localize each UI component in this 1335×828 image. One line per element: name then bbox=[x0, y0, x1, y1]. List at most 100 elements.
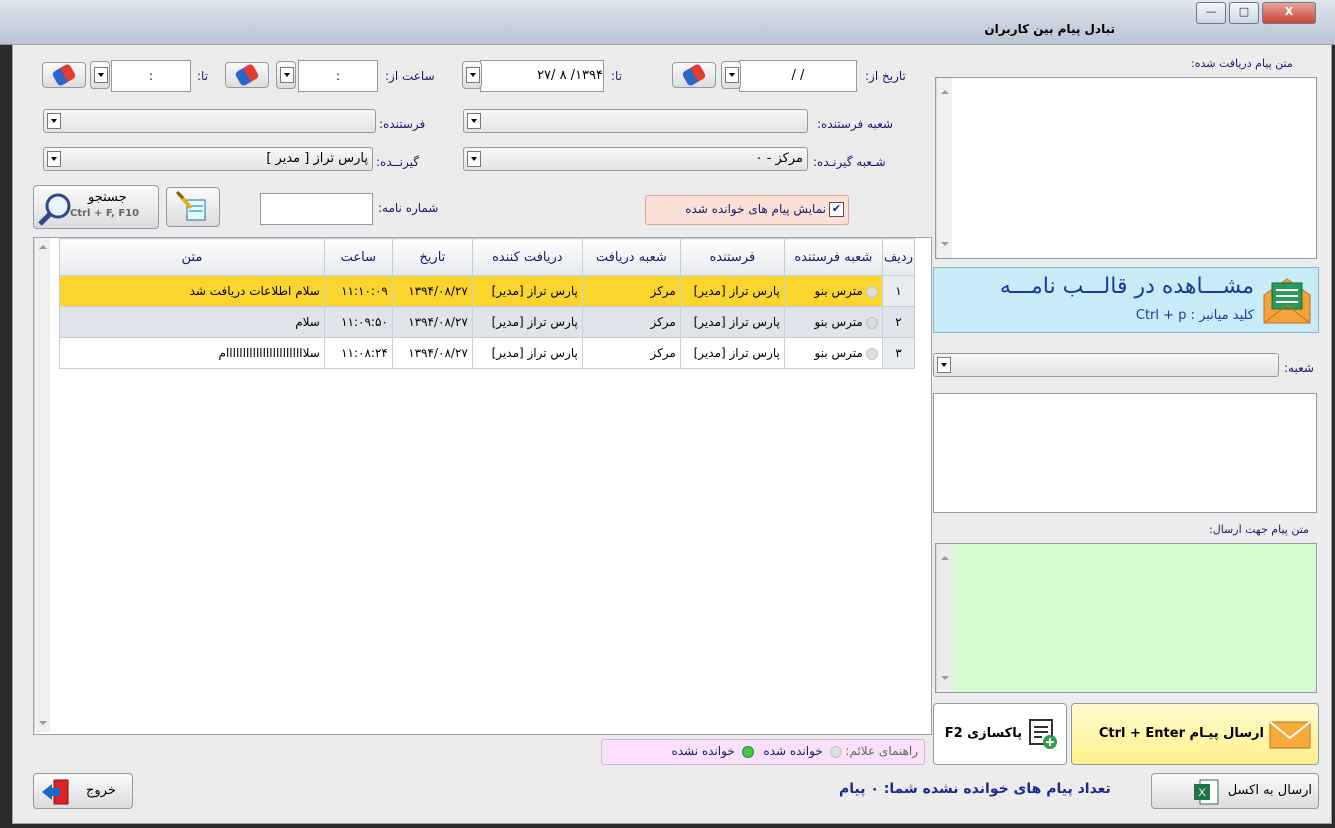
window-title: تبادل پیام بین کاربران bbox=[984, 22, 1115, 36]
client-area: تاریخ از: / / تا: ۱۳۹۴/ ۸ /۲۷ ساعت از: :… bbox=[12, 44, 1332, 824]
date-from-input[interactable]: / / bbox=[739, 60, 857, 92]
branch-label: شعبه: bbox=[1284, 361, 1314, 375]
cell-date: ۱۳۹۴/۰۸/۲۷ bbox=[391, 306, 473, 338]
table-row[interactable]: ۱ مترس بنو پارس تراز [مدیر] مرکز پارس تر… bbox=[59, 275, 916, 307]
sender-select[interactable] bbox=[43, 109, 376, 133]
date-to-dropdown[interactable] bbox=[462, 61, 482, 89]
read-status-icon bbox=[865, 285, 878, 298]
window: تبادل پیام بین کاربران — □ X تاریخ از: /… bbox=[0, 0, 1335, 828]
time-to-input[interactable]: : bbox=[111, 60, 191, 92]
send-text-label: متن پیام جهت ارسال: bbox=[1209, 523, 1309, 536]
excel-icon: X bbox=[1194, 779, 1219, 805]
cell-text: سلام bbox=[59, 306, 325, 338]
letter-no-input[interactable] bbox=[260, 193, 373, 225]
time-from-input[interactable]: : bbox=[298, 60, 378, 92]
cell-time: ۱۱:۱۰:۰۹ bbox=[323, 275, 393, 307]
svg-text:X: X bbox=[1198, 787, 1206, 799]
show-read-checkbox[interactable]: ✔ bbox=[829, 202, 844, 217]
date-to-label: تا: bbox=[611, 69, 623, 83]
table-row[interactable]: ۲ مترس بنو پارس تراز [مدیر] مرکز پارس تر… bbox=[59, 306, 916, 338]
read-status-icon bbox=[865, 316, 878, 329]
send-text-area[interactable] bbox=[935, 543, 1317, 693]
cell-text: سلاااااااااااااااااااااااام bbox=[59, 337, 325, 369]
received-text-label: متن پیام دریافت شده: bbox=[1191, 57, 1293, 70]
receiver-label: گیرنــده: bbox=[376, 155, 419, 169]
export-excel-label: ارسال به اکسل bbox=[1227, 783, 1312, 798]
export-excel-button[interactable]: X ارسال به اکسل bbox=[1151, 773, 1319, 809]
receiver-branch-value: مرکز - ۰ bbox=[755, 151, 803, 166]
time-from-dropdown[interactable] bbox=[276, 61, 296, 89]
cell-recv-branch: مرکز bbox=[581, 337, 681, 369]
clear-send-label: پاکسازی F2 bbox=[944, 726, 1022, 741]
table-header: ردیف شعبه فرستنده فرستنده شعبه دریافت در… bbox=[59, 238, 916, 276]
exit-button[interactable]: خروج bbox=[33, 773, 133, 809]
read-status-icon bbox=[865, 347, 878, 360]
cell-date: ۱۳۹۴/۰۸/۲۷ bbox=[391, 275, 473, 307]
legend-box: راهنمای علائم: خوانده شده خوانده نشده bbox=[601, 739, 925, 765]
cell-sender: پارس تراز [مدیر] bbox=[679, 306, 785, 338]
cell-recv-branch: مرکز bbox=[581, 306, 681, 338]
col-recv-branch[interactable]: شعبه دریافت bbox=[581, 238, 681, 276]
sender-label: فرستنده: bbox=[379, 117, 426, 131]
messages-grid[interactable]: ردیف شعبه فرستنده فرستنده شعبه دریافت در… bbox=[33, 237, 932, 735]
cell-row: ۳ bbox=[881, 337, 916, 369]
view-letter-shortcut: کلید میانبر : Ctrl + p bbox=[1135, 308, 1254, 323]
col-sender-branch[interactable]: شعبه فرستنده bbox=[783, 238, 883, 276]
time-to-dropdown[interactable] bbox=[90, 61, 110, 89]
letter-no-label: شماره نامه: bbox=[378, 201, 439, 215]
date-from-dropdown[interactable] bbox=[721, 61, 741, 89]
grid-scrollbar[interactable] bbox=[34, 238, 50, 732]
clear-filters-button[interactable] bbox=[166, 187, 220, 227]
send-message-button[interactable]: ارسال پیـام Ctrl + Enter bbox=[1071, 703, 1319, 765]
received-text-area[interactable] bbox=[935, 77, 1317, 259]
col-row[interactable]: ردیف bbox=[881, 238, 916, 276]
envelope-icon bbox=[1269, 721, 1311, 749]
clear-time-to-icon[interactable] bbox=[42, 62, 86, 88]
col-sender[interactable]: فرستنده bbox=[679, 238, 785, 276]
maximize-button[interactable]: □ bbox=[1229, 2, 1259, 24]
search-button[interactable]: جستجو Ctrl + F, F10 bbox=[33, 185, 159, 229]
cell-sender: پارس تراز [مدیر] bbox=[679, 337, 785, 369]
view-letter-button[interactable]: مشـــاهده در قالـــب نامـــه کلید میانبر… bbox=[933, 267, 1319, 333]
show-read-label: نمایش پیام های خوانده شده bbox=[685, 202, 826, 216]
receiver-branch-label: شـعبه گیرنـده: bbox=[813, 155, 886, 169]
clear-date-from-icon[interactable] bbox=[672, 62, 716, 88]
table-row[interactable]: ۳ مترس بنو پارس تراز [مدیر] مرکز پارس تر… bbox=[59, 337, 916, 369]
receiver-value: پارس تراز [ مدیر ] bbox=[266, 151, 368, 166]
cell-sender: پارس تراز [مدیر] bbox=[679, 275, 785, 307]
close-button[interactable]: X bbox=[1262, 2, 1316, 24]
show-read-filter[interactable]: ✔ نمایش پیام های خوانده شده bbox=[645, 195, 849, 225]
date-to-input[interactable]: ۱۳۹۴/ ۸ /۲۷ bbox=[480, 60, 604, 92]
receiver-branch-select[interactable]: مرکز - ۰ bbox=[463, 147, 808, 171]
send-text-scrollbar[interactable] bbox=[936, 544, 952, 692]
search-label: جستجو bbox=[88, 190, 127, 205]
cell-recv-branch: مرکز bbox=[581, 275, 681, 307]
receiver-select[interactable]: پارس تراز [ مدیر ] bbox=[43, 147, 373, 171]
col-receiver[interactable]: دریافت کننده bbox=[471, 238, 583, 276]
time-to-label: تا: bbox=[197, 69, 209, 83]
cell-sender-branch: مترس بنو bbox=[783, 306, 883, 338]
view-letter-label: مشـــاهده در قالـــب نامـــه bbox=[999, 274, 1254, 299]
cell-time: ۱۱:۰۸:۲۴ bbox=[323, 337, 393, 369]
clear-send-button[interactable]: پاکسازی F2 bbox=[933, 703, 1067, 765]
cell-sender-branch: مترس بنو bbox=[783, 337, 883, 369]
cell-row: ۱ bbox=[881, 275, 916, 307]
clear-time-from-icon[interactable] bbox=[225, 62, 269, 88]
legend-title: راهنمای علائم: bbox=[845, 744, 918, 758]
col-time[interactable]: ساعت bbox=[323, 238, 393, 276]
send-message-label: ارسال پیـام Ctrl + Enter bbox=[1098, 726, 1264, 741]
cell-receiver: پارس تراز [مدیر] bbox=[471, 337, 583, 369]
clear-list-icon bbox=[1029, 719, 1057, 749]
title-bar: تبادل پیام بین کاربران — □ X bbox=[0, 0, 1335, 45]
sender-branch-select[interactable] bbox=[463, 109, 808, 133]
minimize-button[interactable]: — bbox=[1196, 2, 1226, 24]
branch-select[interactable] bbox=[933, 353, 1279, 377]
unread-count-text: تعداد پیام های خوانده نشده شما: ۰ پیام bbox=[839, 781, 1111, 797]
unread-dot-icon bbox=[741, 745, 754, 758]
col-text[interactable]: متن bbox=[59, 238, 325, 276]
cell-time: ۱۱:۰۹:۵۰ bbox=[323, 306, 393, 338]
read-dot-icon bbox=[829, 745, 842, 758]
recipient-list[interactable] bbox=[933, 393, 1317, 513]
col-date[interactable]: تاریخ bbox=[391, 238, 473, 276]
received-text-scrollbar[interactable] bbox=[936, 78, 952, 258]
